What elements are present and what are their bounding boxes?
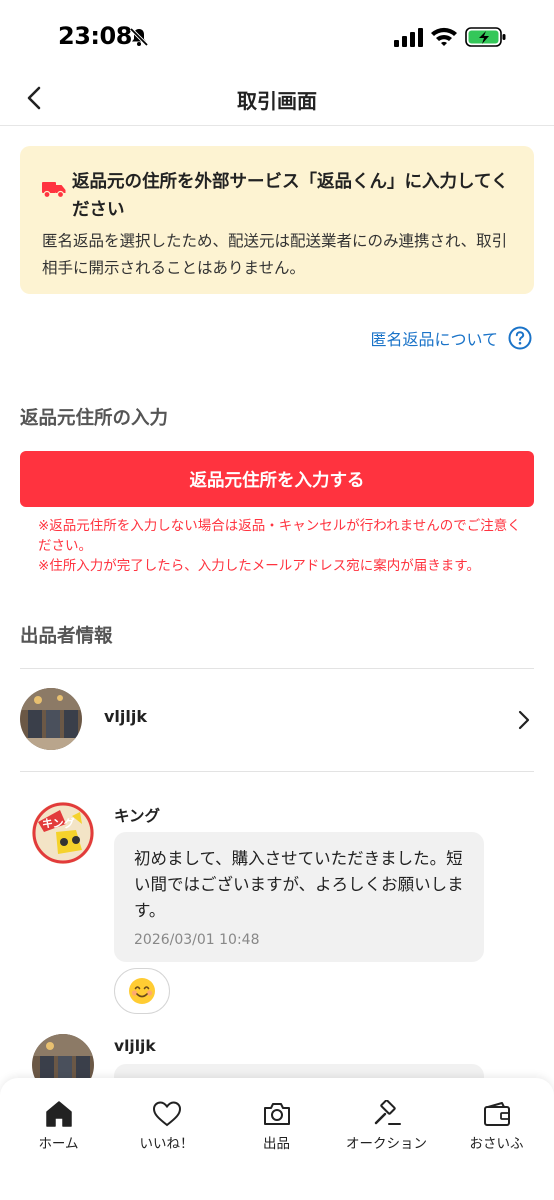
signal-icon — [394, 28, 423, 47]
anonymous-return-help-link[interactable]: 匿名返品について — [370, 326, 532, 350]
chevron-right-icon — [518, 710, 530, 730]
message-sender: キング — [114, 807, 161, 825]
address-warning: ※返品元住所を入力しない場合は返品・キャンセルが行われませんのでご注意ください。… — [38, 516, 524, 576]
tab-auction[interactable]: オークション — [331, 1078, 442, 1168]
buyer-avatar: キング — [32, 802, 94, 864]
camera-icon — [263, 1103, 290, 1125]
tab-label: ホーム — [38, 1136, 79, 1152]
tab-likes[interactable]: いいね！ — [111, 1078, 222, 1168]
battery-icon — [465, 27, 506, 47]
divider — [20, 771, 534, 772]
home-icon — [45, 1101, 72, 1127]
gavel-icon — [374, 1100, 401, 1125]
nav-header: 取引画面 — [0, 70, 554, 126]
reaction-button[interactable] — [114, 968, 170, 1014]
heart-icon — [152, 1101, 181, 1127]
seller-avatar — [20, 688, 82, 750]
message-timestamp: 2026/03/01 10:48 — [134, 932, 260, 948]
tab-sell[interactable]: 出品 — [221, 1078, 332, 1168]
wifi-icon — [431, 27, 457, 46]
page-title: 取引画面 — [237, 89, 317, 113]
enter-return-address-button[interactable]: 返品元住所を入力する — [20, 451, 534, 507]
tab-label: 出品 — [263, 1136, 290, 1152]
tab-label: おさいふ — [469, 1136, 524, 1152]
message-sender: vljljk — [114, 1037, 156, 1055]
truck-icon — [42, 182, 66, 198]
svg-text:キング: キング — [42, 816, 75, 830]
bell-off-icon — [129, 27, 149, 47]
question-circle-icon — [508, 326, 532, 350]
tab-wallet[interactable]: おさいふ — [441, 1078, 552, 1168]
screen: 23:08 取引画面 返品元の住所を外部サービス「返品くん」に入力してください … — [0, 0, 554, 1200]
address-section-heading: 返品元住所の入力 — [20, 408, 169, 429]
address-warning-2: ※住所入力が完了したら、入力したメールアドレス宛に案内が届きます。 — [38, 558, 480, 574]
seller-row[interactable]: vljljk — [0, 669, 554, 771]
status-bar: 23:08 — [0, 0, 554, 70]
tab-label: オークション — [346, 1136, 427, 1152]
tab-bar: ホーム いいね！ 出品 オークション おさいふ — [0, 1078, 554, 1200]
seller-name: vljljk — [104, 707, 148, 726]
tab-home[interactable]: ホーム — [3, 1078, 114, 1168]
wallet-icon — [483, 1102, 510, 1126]
seller-section-heading: 出品者情報 — [20, 626, 113, 647]
tab-label: いいね！ — [139, 1136, 194, 1152]
smile-emoji-icon — [129, 978, 155, 1004]
message-bubble: 初めまして、購入させていただきました。短い間ではございますが、よろしくお願いしま… — [114, 832, 484, 962]
help-link-label: 匿名返品について — [370, 330, 498, 349]
notice-body: 匿名返品を選択したため、配送元は配送業者にのみ連携され、取引相手に開示されること… — [42, 232, 508, 277]
address-warning-1: ※返品元住所を入力しない場合は返品・キャンセルが行われませんのでご注意ください。 — [38, 518, 521, 554]
status-time: 23:08 — [58, 22, 132, 50]
notice-title: 返品元の住所を外部サービス「返品くん」に入力してください — [72, 172, 509, 220]
notice-box: 返品元の住所を外部サービス「返品くん」に入力してください 匿名返品を選択したため… — [20, 146, 534, 294]
message-text: 初めまして、購入させていただきました。短い間ではございますが、よろしくお願いしま… — [134, 849, 464, 920]
